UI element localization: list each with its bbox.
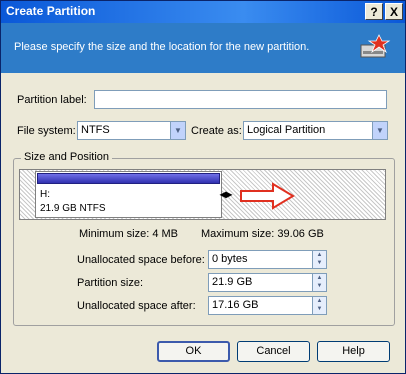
- file-system-value: NTFS: [81, 124, 110, 136]
- stepper-icon[interactable]: ▲ ▼: [312, 251, 326, 268]
- create-as-value: Logical Partition: [247, 124, 326, 136]
- title-bar[interactable]: Create Partition ? X: [1, 1, 405, 23]
- unallocated-after-value: 17.16 GB: [212, 299, 259, 311]
- partition-size-input[interactable]: 21.9 GB ▲ ▼: [208, 273, 327, 292]
- arrow-right-icon: [240, 182, 295, 210]
- create-as-caption: Create as:: [191, 125, 242, 137]
- partition-size-caption: Partition size:: [77, 277, 144, 289]
- chevron-down-icon[interactable]: ▼: [372, 122, 387, 139]
- banner-text: Please specify the size and the location…: [14, 41, 310, 53]
- resize-handle-icon[interactable]: ◂▸: [220, 187, 232, 201]
- ok-button[interactable]: OK: [157, 341, 230, 362]
- wizard-banner: Please specify the size and the location…: [1, 23, 405, 73]
- cancel-button[interactable]: Cancel: [237, 341, 310, 362]
- maximum-size-text: Maximum size: 39.06 GB: [201, 228, 324, 240]
- stepper-icon[interactable]: ▲ ▼: [312, 274, 326, 291]
- chevron-down-icon[interactable]: ▼: [170, 122, 185, 139]
- stepper-icon[interactable]: ▲ ▼: [312, 297, 326, 314]
- disk-wizard-icon: [360, 34, 391, 58]
- partition-label-input[interactable]: [94, 90, 387, 109]
- partition-name: H:: [40, 189, 50, 200]
- create-as-select[interactable]: Logical Partition ▼: [243, 121, 388, 140]
- unallocated-after-input[interactable]: 17.16 GB ▲ ▼: [208, 296, 327, 315]
- partition-bar: [37, 173, 220, 184]
- size-position-title: Size and Position: [21, 151, 112, 163]
- unallocated-after-caption: Unallocated space after:: [77, 300, 196, 312]
- close-button[interactable]: X: [385, 3, 403, 20]
- create-partition-dialog: Create Partition ? X Please specify the …: [0, 0, 406, 374]
- minimum-size-text: Minimum size: 4 MB: [79, 228, 179, 240]
- partition-block[interactable]: H: 21.9 GB NTFS: [35, 171, 222, 218]
- partition-info: 21.9 GB NTFS: [40, 203, 106, 214]
- file-system-select[interactable]: NTFS ▼: [77, 121, 186, 140]
- help-title-button[interactable]: ?: [365, 3, 383, 20]
- file-system-caption: File system:: [17, 125, 76, 137]
- unallocated-before-input[interactable]: 0 bytes ▲ ▼: [208, 250, 327, 269]
- partition-size-value: 21.9 GB: [212, 276, 253, 288]
- unallocated-before-value: 0 bytes: [212, 253, 248, 265]
- partition-label-caption: Partition label:: [17, 94, 87, 106]
- unallocated-before-caption: Unallocated space before:: [77, 254, 205, 266]
- window-title: Create Partition: [6, 4, 96, 18]
- help-button[interactable]: Help: [317, 341, 390, 362]
